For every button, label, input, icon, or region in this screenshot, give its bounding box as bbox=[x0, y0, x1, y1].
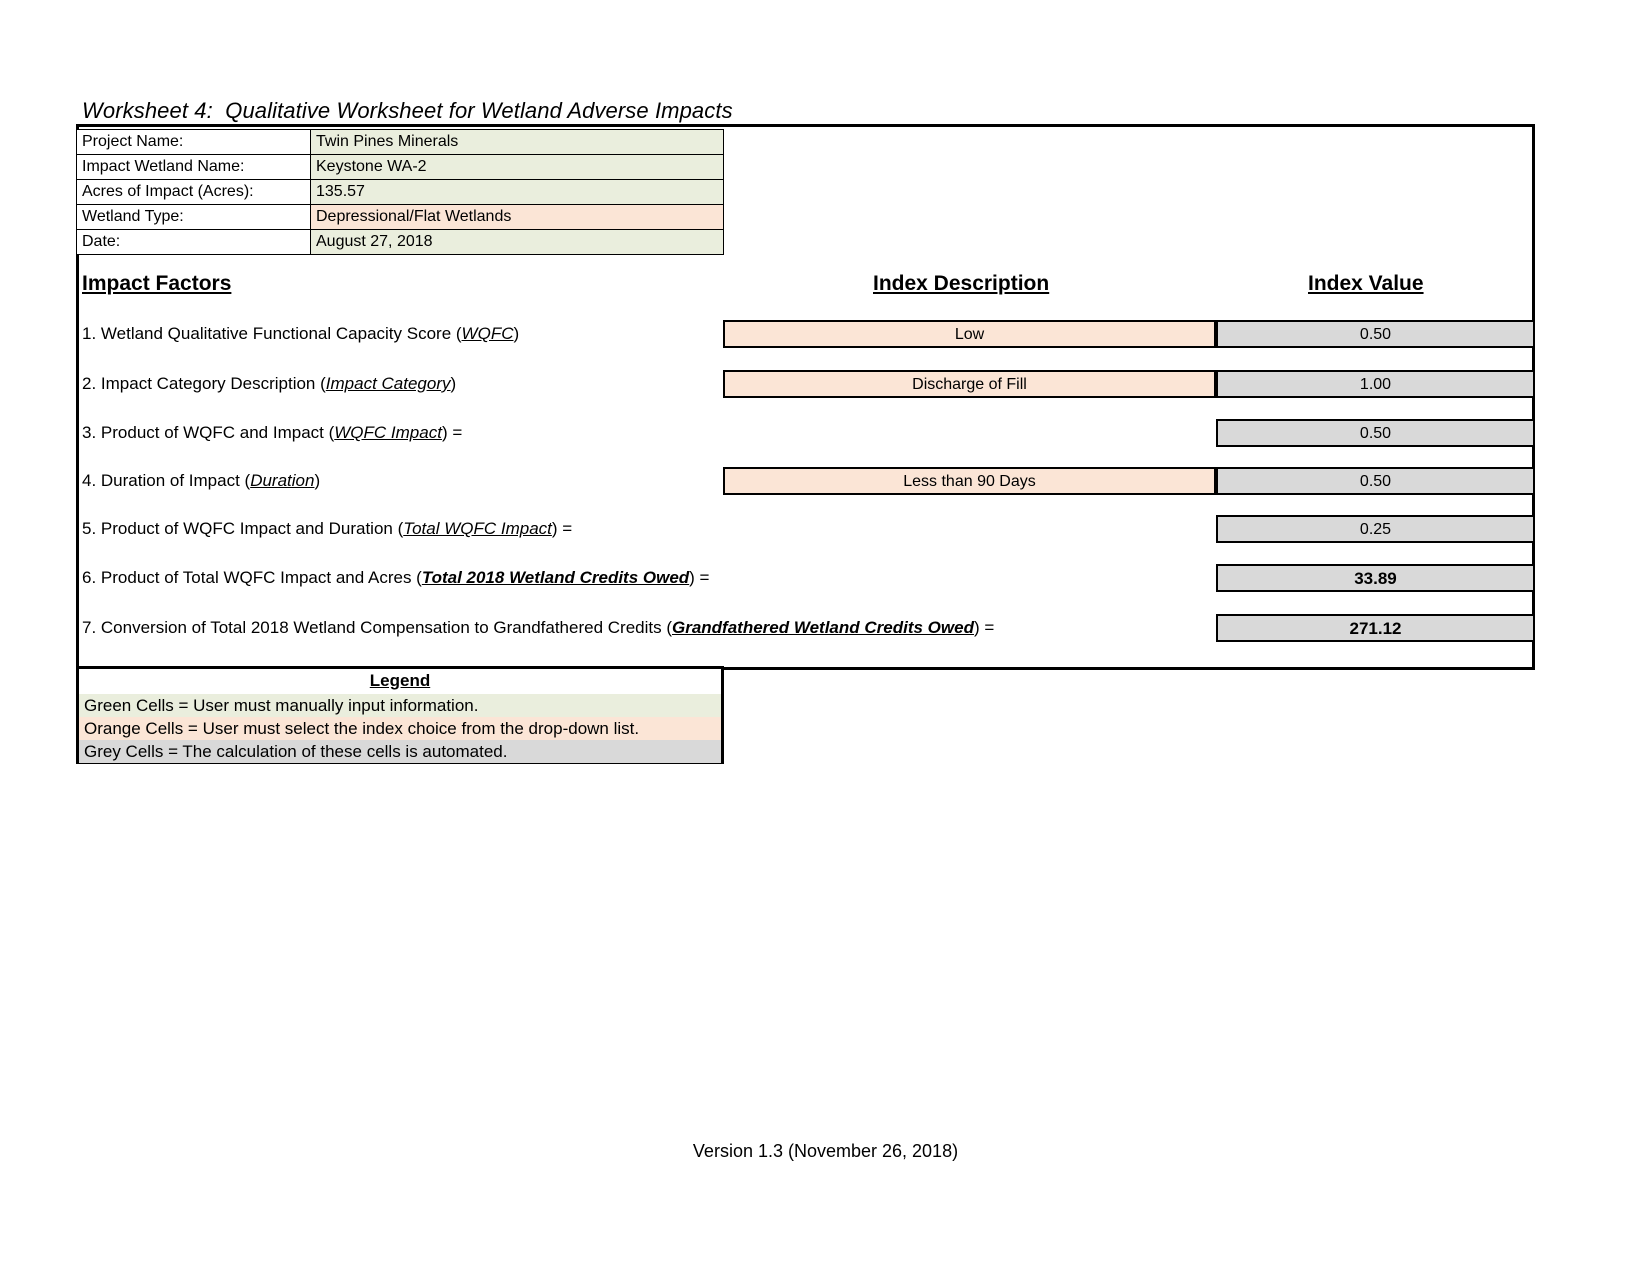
index-value-cell: 0.50 bbox=[1216, 419, 1535, 447]
info-row-label: Impact Wetland Name: bbox=[76, 154, 311, 180]
impact-factor-text-suffix: ) = bbox=[551, 519, 573, 538]
impact-factor-term: Total WQFC Impact bbox=[403, 519, 552, 538]
index-description-cell[interactable]: Less than 90 Days bbox=[723, 467, 1216, 495]
legend-box: Legend Green Cells = User must manually … bbox=[76, 666, 724, 764]
impact-factor-row: 3. Product of WQFC and Impact (WQFC Impa… bbox=[0, 419, 1651, 447]
impact-factor-text-suffix: ) = bbox=[973, 618, 995, 637]
impact-factor-number: 2. bbox=[82, 374, 101, 393]
impact-factor-term: Impact Category bbox=[325, 374, 451, 393]
impact-factor-row: 7. Conversion of Total 2018 Wetland Comp… bbox=[0, 614, 1651, 642]
impact-factor-number: 5. bbox=[82, 519, 101, 538]
legend-row-orange-cells: Orange Cells = User must select the inde… bbox=[79, 717, 721, 740]
index-value-cell: 0.25 bbox=[1216, 515, 1535, 543]
info-row-value[interactable]: Twin Pines Minerals bbox=[310, 129, 724, 155]
impact-factor-text: Duration of Impact ( bbox=[100, 471, 251, 490]
column-header-index-value: Index Value bbox=[1308, 272, 1424, 295]
info-row-value[interactable]: Keystone WA-2 bbox=[310, 154, 724, 180]
info-row-label: Project Name: bbox=[76, 129, 311, 155]
info-row: Acres of Impact (Acres): 135.57 bbox=[76, 179, 724, 205]
impact-factor-text-suffix: ) bbox=[314, 471, 321, 490]
impact-factor-label: 6. Product of Total WQFC Impact and Acre… bbox=[82, 564, 709, 592]
impact-factor-label: 2. Impact Category Description (Impact C… bbox=[82, 370, 456, 398]
info-row-value[interactable]: Depressional/Flat Wetlands bbox=[310, 204, 724, 230]
column-header-impact-factors: Impact Factors bbox=[82, 272, 232, 295]
info-row-label: Wetland Type: bbox=[76, 204, 311, 230]
impact-factor-label: 1. Wetland Qualitative Functional Capaci… bbox=[82, 320, 519, 348]
index-description-cell[interactable]: Low bbox=[723, 320, 1216, 348]
impact-factor-text-suffix: ) bbox=[450, 374, 457, 393]
impact-factor-label: 5. Product of WQFC Impact and Duration (… bbox=[82, 515, 572, 543]
impact-factor-row: 4. Duration of Impact (Duration) Less tha… bbox=[0, 467, 1651, 495]
legend-title: Legend bbox=[369, 671, 431, 690]
impact-factor-text: Product of WQFC Impact and Duration ( bbox=[100, 519, 404, 538]
impact-factor-term: WQFC Impact bbox=[334, 423, 442, 442]
impact-factor-text: Product of WQFC and Impact ( bbox=[100, 423, 335, 442]
impact-factor-number: 6. bbox=[82, 568, 101, 587]
impact-factor-row: 6. Product of Total WQFC Impact and Acre… bbox=[0, 564, 1651, 592]
impact-factor-text-suffix: ) = bbox=[441, 423, 463, 442]
info-row: Date: August 27, 2018 bbox=[76, 229, 724, 255]
impact-factor-label: 7. Conversion of Total 2018 Wetland Comp… bbox=[82, 614, 994, 642]
legend-row-green-cells: Green Cells = User must manually input i… bbox=[79, 694, 721, 717]
impact-factor-text: Impact Category Description ( bbox=[100, 374, 326, 393]
info-row: Impact Wetland Name: Keystone WA-2 bbox=[76, 154, 724, 180]
page-title: Worksheet 4: Qualitative Worksheet for W… bbox=[82, 98, 733, 123]
impact-factor-text: Product of Total WQFC Impact and Acres ( bbox=[100, 568, 422, 587]
impact-factor-label: 4. Duration of Impact (Duration) bbox=[82, 467, 320, 495]
impact-factor-row: 5. Product of WQFC Impact and Duration (… bbox=[0, 515, 1651, 543]
info-row: Wetland Type: Depressional/Flat Wetlands bbox=[76, 204, 724, 230]
impact-factor-term: WQFC bbox=[461, 324, 514, 343]
impact-factor-row: 1. Wetland Qualitative Functional Capaci… bbox=[0, 320, 1651, 348]
impact-factor-number: 4. bbox=[82, 471, 101, 490]
impact-factor-number: 1. bbox=[82, 324, 101, 343]
info-row-label: Acres of Impact (Acres): bbox=[76, 179, 311, 205]
index-description-cell[interactable]: Discharge of Fill bbox=[723, 370, 1216, 398]
info-row-value[interactable]: August 27, 2018 bbox=[310, 229, 724, 255]
impact-factor-row: 2. Impact Category Description (Impact C… bbox=[0, 370, 1651, 398]
impact-factor-text: Wetland Qualitative Functional Capacity … bbox=[100, 324, 462, 343]
impact-factor-text-suffix: ) = bbox=[689, 568, 710, 587]
index-value-cell: 271.12 bbox=[1216, 614, 1535, 642]
impact-factor-text: Conversion of Total 2018 Wetland Compens… bbox=[100, 618, 672, 637]
impact-factor-term: Duration bbox=[250, 471, 315, 490]
project-info-table: Project Name: Twin Pines Minerals Impact W… bbox=[76, 129, 724, 255]
impact-factor-label: 3. Product of WQFC and Impact (WQFC Impa… bbox=[82, 419, 462, 447]
index-value-cell: 33.89 bbox=[1216, 564, 1535, 592]
index-value-cell: 0.50 bbox=[1216, 320, 1535, 348]
info-row-value[interactable]: 135.57 bbox=[310, 179, 724, 205]
info-row: Project Name: Twin Pines Minerals bbox=[76, 129, 724, 155]
column-header-index-description: Index Description bbox=[873, 272, 1050, 295]
impact-factor-number: 7. bbox=[82, 618, 101, 637]
impact-factor-term: Grandfathered Wetland Credits Owed bbox=[672, 618, 974, 637]
index-value-cell: 0.50 bbox=[1216, 467, 1535, 495]
index-value-cell: 1.00 bbox=[1216, 370, 1535, 398]
impact-factor-text-suffix: ) bbox=[513, 324, 520, 343]
impact-factor-term: Total 2018 Wetland Credits Owed bbox=[421, 568, 690, 587]
legend-row-grey-cells: Grey Cells = The calculation of these ce… bbox=[79, 740, 721, 763]
footer-version-text: Version 1.3 (November 26, 2018) bbox=[692, 1141, 959, 1161]
info-row-label: Date: bbox=[76, 229, 311, 255]
impact-factor-number: 3. bbox=[82, 423, 101, 442]
